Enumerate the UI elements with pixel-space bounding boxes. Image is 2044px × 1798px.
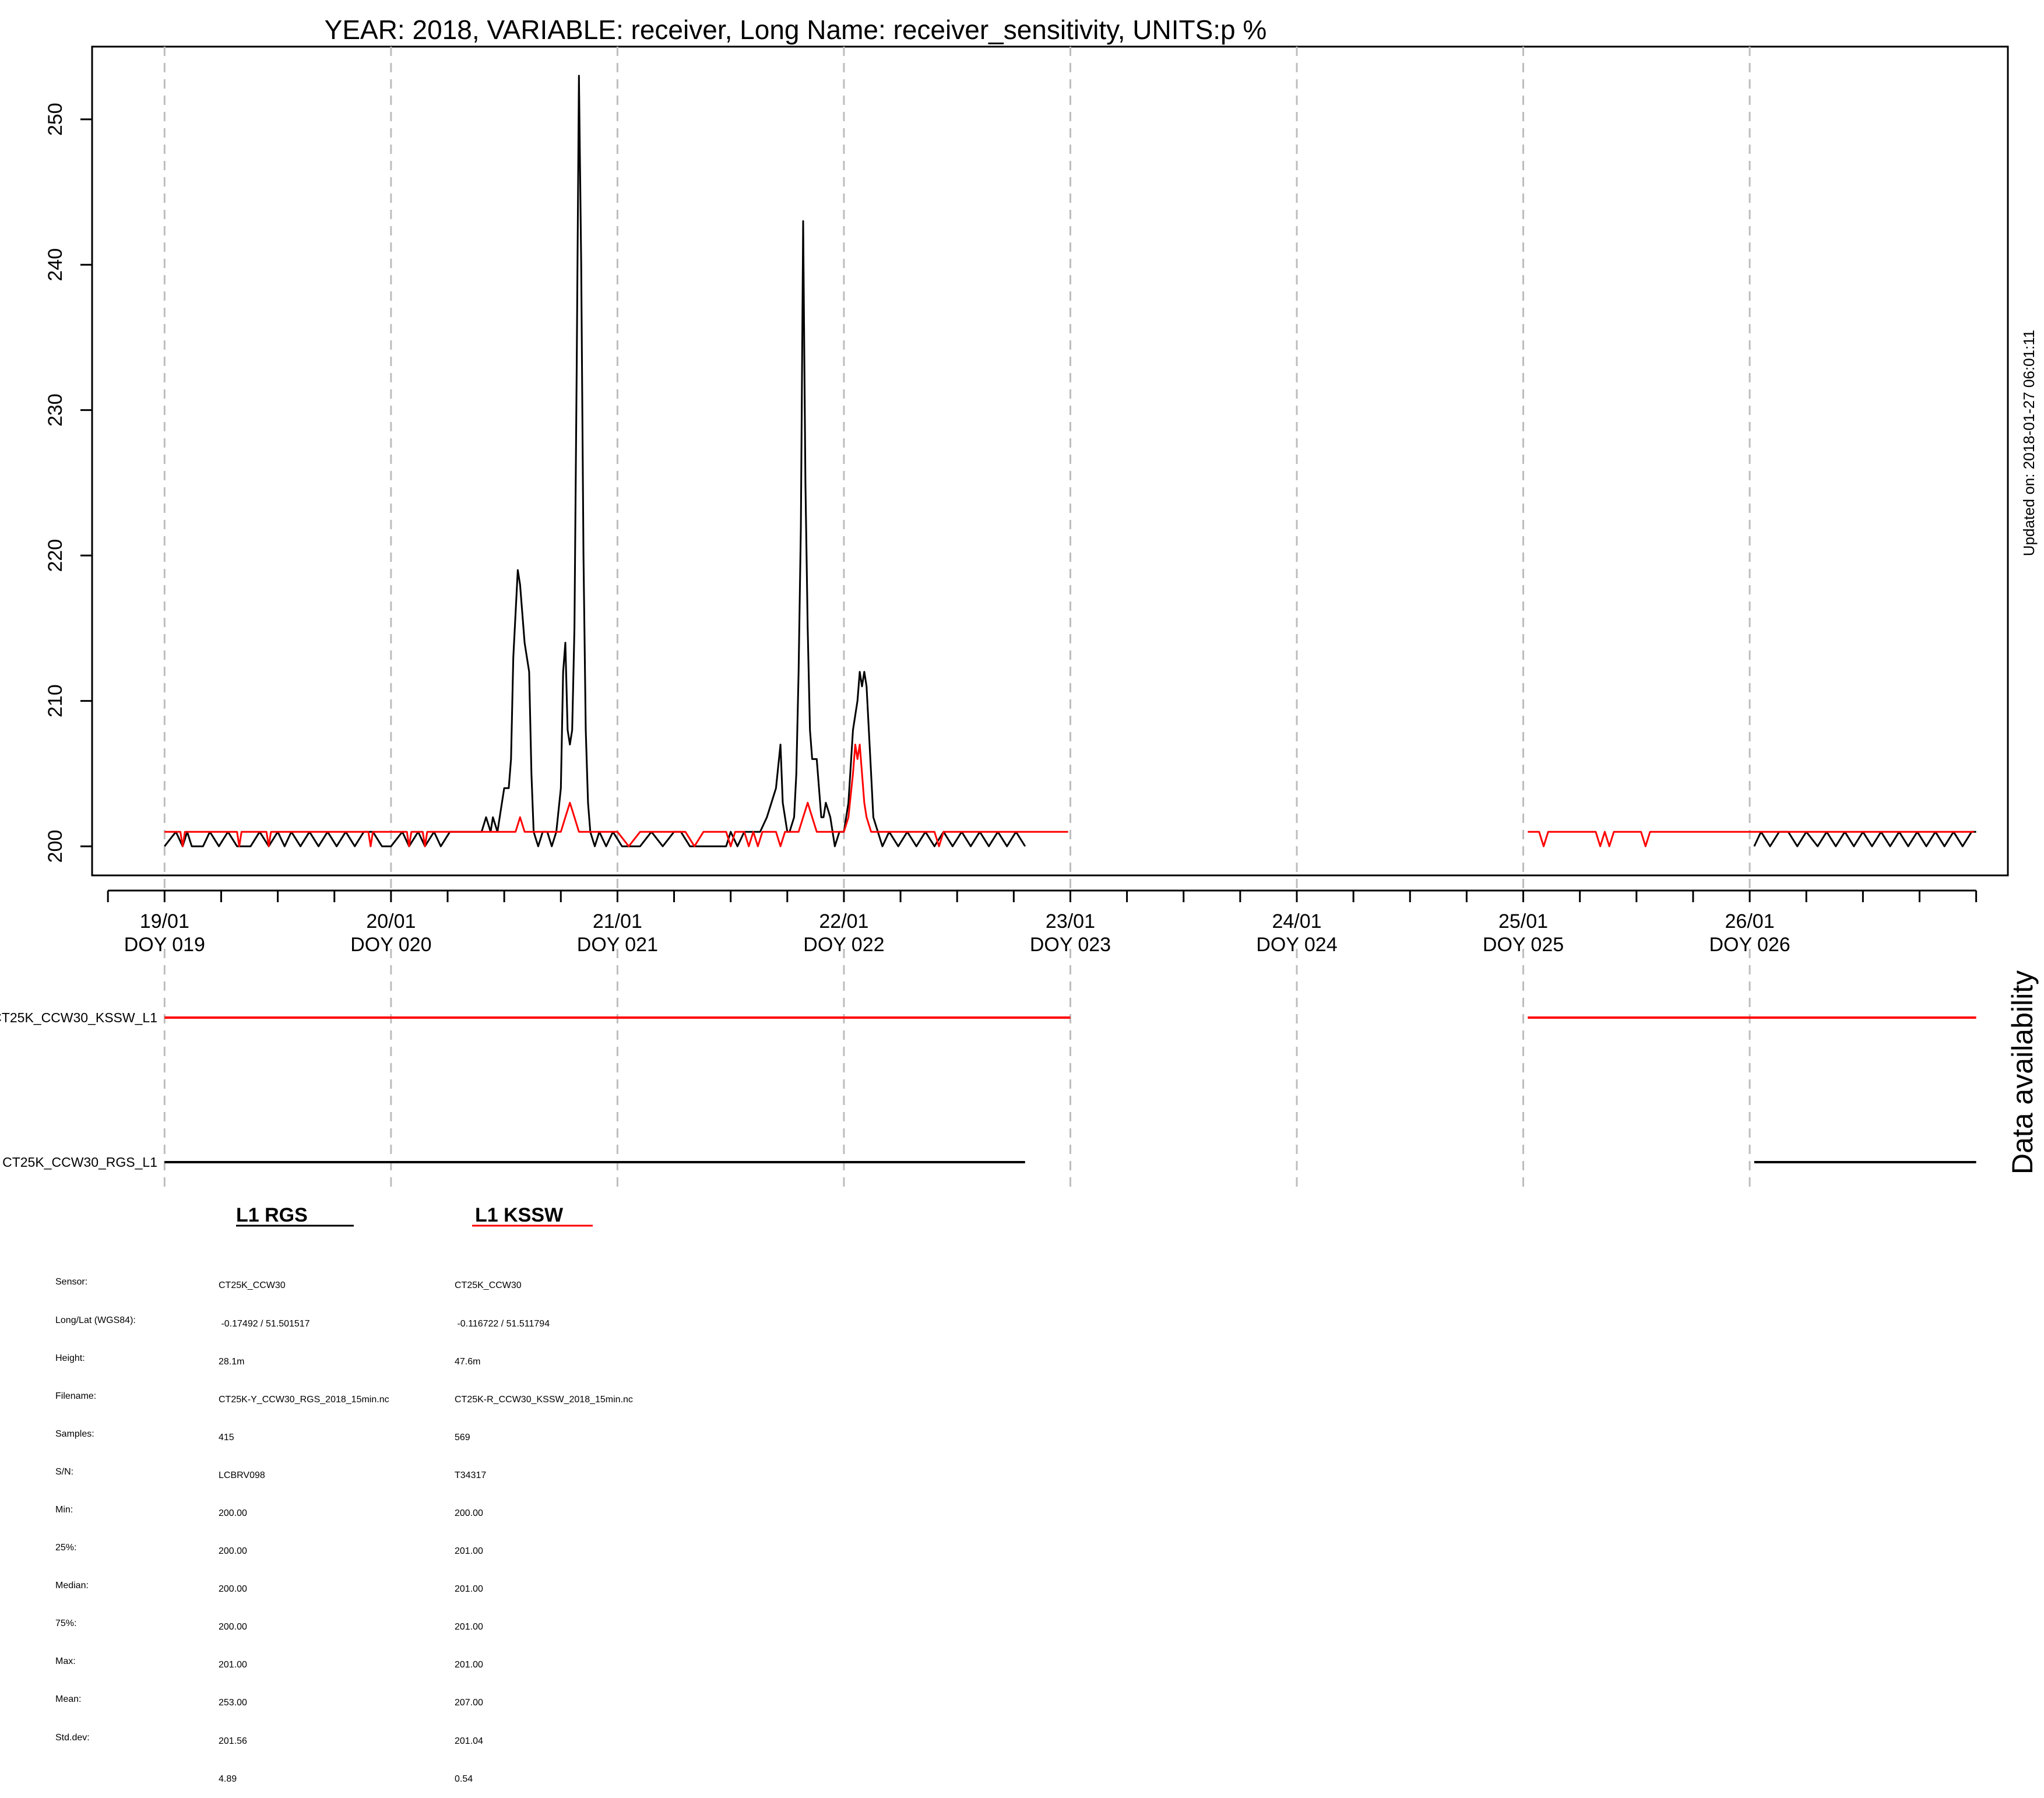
stat-value-rgs: 415: [219, 1432, 234, 1442]
stat-value-kssw: 201.00: [455, 1546, 483, 1557]
series-line-kssw: [164, 744, 1068, 847]
stat-value-kssw: 47.6m: [455, 1356, 481, 1367]
legend-label-rgs: L1 RGS: [236, 1204, 308, 1226]
stat-value-kssw: CT25K_CCW30: [455, 1280, 522, 1291]
y-axis: 200 210 220 230 240 250: [44, 103, 92, 863]
stat-label: Filename:: [55, 1391, 97, 1401]
x-tick-label-date: 20/01: [366, 910, 416, 933]
series-line-rgs: [164, 75, 1026, 847]
x-tick-label-doy: DOY 022: [803, 934, 884, 956]
x-tick-label-date: 26/01: [1725, 910, 1775, 933]
stat-value-rgs: 200.00: [219, 1622, 247, 1632]
stat-value-kssw: T34317: [455, 1470, 487, 1480]
chart-canvas: YEAR: 2018, VARIABLE: receiver, Long Nam…: [0, 15, 2039, 1227]
stat-value-rgs: 201.00: [219, 1660, 247, 1670]
stat-label: Height:: [55, 1353, 85, 1363]
y-tick-label: 220: [44, 539, 66, 572]
stat-value-rgs: -0.17492 / 51.501517: [219, 1318, 310, 1329]
y-tick-label: 250: [44, 103, 66, 136]
stat-label: Mean:: [55, 1694, 82, 1705]
availability-title: Data availability: [2006, 970, 2039, 1174]
x-tick-label-date: 19/01: [140, 910, 189, 933]
stat-value-rgs: 200.00: [219, 1546, 247, 1557]
stat-value-kssw: 207.00: [455, 1698, 483, 1708]
x-tick-label-doy: DOY 019: [124, 934, 205, 956]
stat-label: Samples:: [55, 1428, 94, 1439]
stat-value-rgs: 253.00: [219, 1698, 247, 1708]
x-tick-label-date: 24/01: [1272, 910, 1321, 933]
x-tick-label-date: 21/01: [593, 910, 642, 933]
x-tick-label-doy: DOY 025: [1483, 934, 1564, 956]
updated-note: Updated on: 2018-01-27 06:01:11: [2020, 330, 2038, 556]
stat-value-rgs: CT25K_CCW30: [219, 1280, 286, 1291]
stat-label: S/N:: [55, 1466, 74, 1477]
stat-value-kssw: 201.00: [455, 1660, 483, 1670]
chart-title: YEAR: 2018, VARIABLE: receiver, Long Nam…: [325, 15, 1267, 45]
stat-value-kssw: CT25K-R_CCW30_KSSW_2018_15min.nc: [455, 1394, 633, 1405]
stat-value-kssw: 201.00: [455, 1584, 483, 1595]
y-tick-label: 240: [44, 248, 66, 282]
stats-rgs: CT25K_CCW30 -0.17492 / 51.501517 28.1m C…: [219, 1254, 389, 1798]
stat-value-kssw: 200.00: [455, 1508, 483, 1518]
x-axis: 19/01DOY 019 20/01DOY 020 21/01DOY 021 22/0…: [107, 889, 1978, 956]
legend: L1 RGS L1 KSSW: [236, 1204, 593, 1227]
legend-label-kssw: L1 KSSW: [475, 1204, 564, 1226]
x-tick-label-date: 22/01: [819, 910, 868, 933]
stat-label: Max:: [55, 1656, 76, 1667]
stat-value-kssw: -0.116722 / 51.511794: [455, 1318, 550, 1329]
stat-value-rgs: 200.00: [219, 1584, 247, 1595]
plot-frame: [91, 45, 2009, 877]
series-line-rgs: [1753, 831, 1976, 847]
stat-label: 75%:: [55, 1618, 77, 1629]
x-tick-label-doy: DOY 020: [350, 934, 431, 956]
x-tick-label-doy: DOY 021: [577, 934, 658, 956]
stat-value-kssw: 201.04: [455, 1736, 483, 1746]
y-tick-label: 200: [44, 830, 66, 863]
stat-value-rgs: 4.89: [219, 1774, 237, 1784]
stat-value-rgs: LCBRV098: [219, 1470, 265, 1480]
stats-labels: Sensor: Long/Lat (WGS84): Height: Filena…: [55, 1251, 136, 1757]
stat-label: Sensor:: [55, 1277, 88, 1287]
availability-row-label: CT25K_CCW30_KSSW_L1: [0, 1010, 157, 1025]
stat-value-rgs: 201.56: [219, 1736, 247, 1746]
stat-label: Min:: [55, 1504, 73, 1515]
stat-label: Median:: [55, 1581, 89, 1591]
stat-value-rgs: 28.1m: [219, 1356, 245, 1367]
x-tick-label-doy: DOY 023: [1030, 934, 1111, 956]
stats-kssw: CT25K_CCW30 -0.116722 / 51.511794 47.6m …: [455, 1254, 633, 1798]
x-tick-label-date: 23/01: [1046, 910, 1095, 933]
availability-row-label: CT25K_CCW30_RGS_L1: [2, 1155, 157, 1170]
y-tick-label: 230: [44, 393, 66, 427]
stat-value-kssw: 569: [455, 1432, 470, 1442]
availability-panel: CT25K_CCW30_KSSW_L1 CT25K_CCW30_RGS_L1: [0, 1010, 1976, 1170]
stat-label: Long/Lat (WGS84):: [55, 1315, 136, 1325]
stat-value-rgs: 200.00: [219, 1508, 247, 1518]
stat-value-kssw: 201.00: [455, 1622, 483, 1632]
y-tick-label: 210: [44, 684, 66, 717]
stat-value-rgs: CT25K-Y_CCW30_RGS_2018_15min.nc: [219, 1394, 389, 1405]
x-tick-label-date: 25/01: [1498, 910, 1548, 933]
x-tick-label-doy: DOY 024: [1256, 934, 1337, 956]
stat-label: Std.dev:: [55, 1732, 90, 1743]
x-tick-label-doy: DOY 026: [1709, 934, 1790, 956]
stat-value-kssw: 0.54: [455, 1774, 473, 1784]
stat-label: 25%:: [55, 1543, 77, 1553]
